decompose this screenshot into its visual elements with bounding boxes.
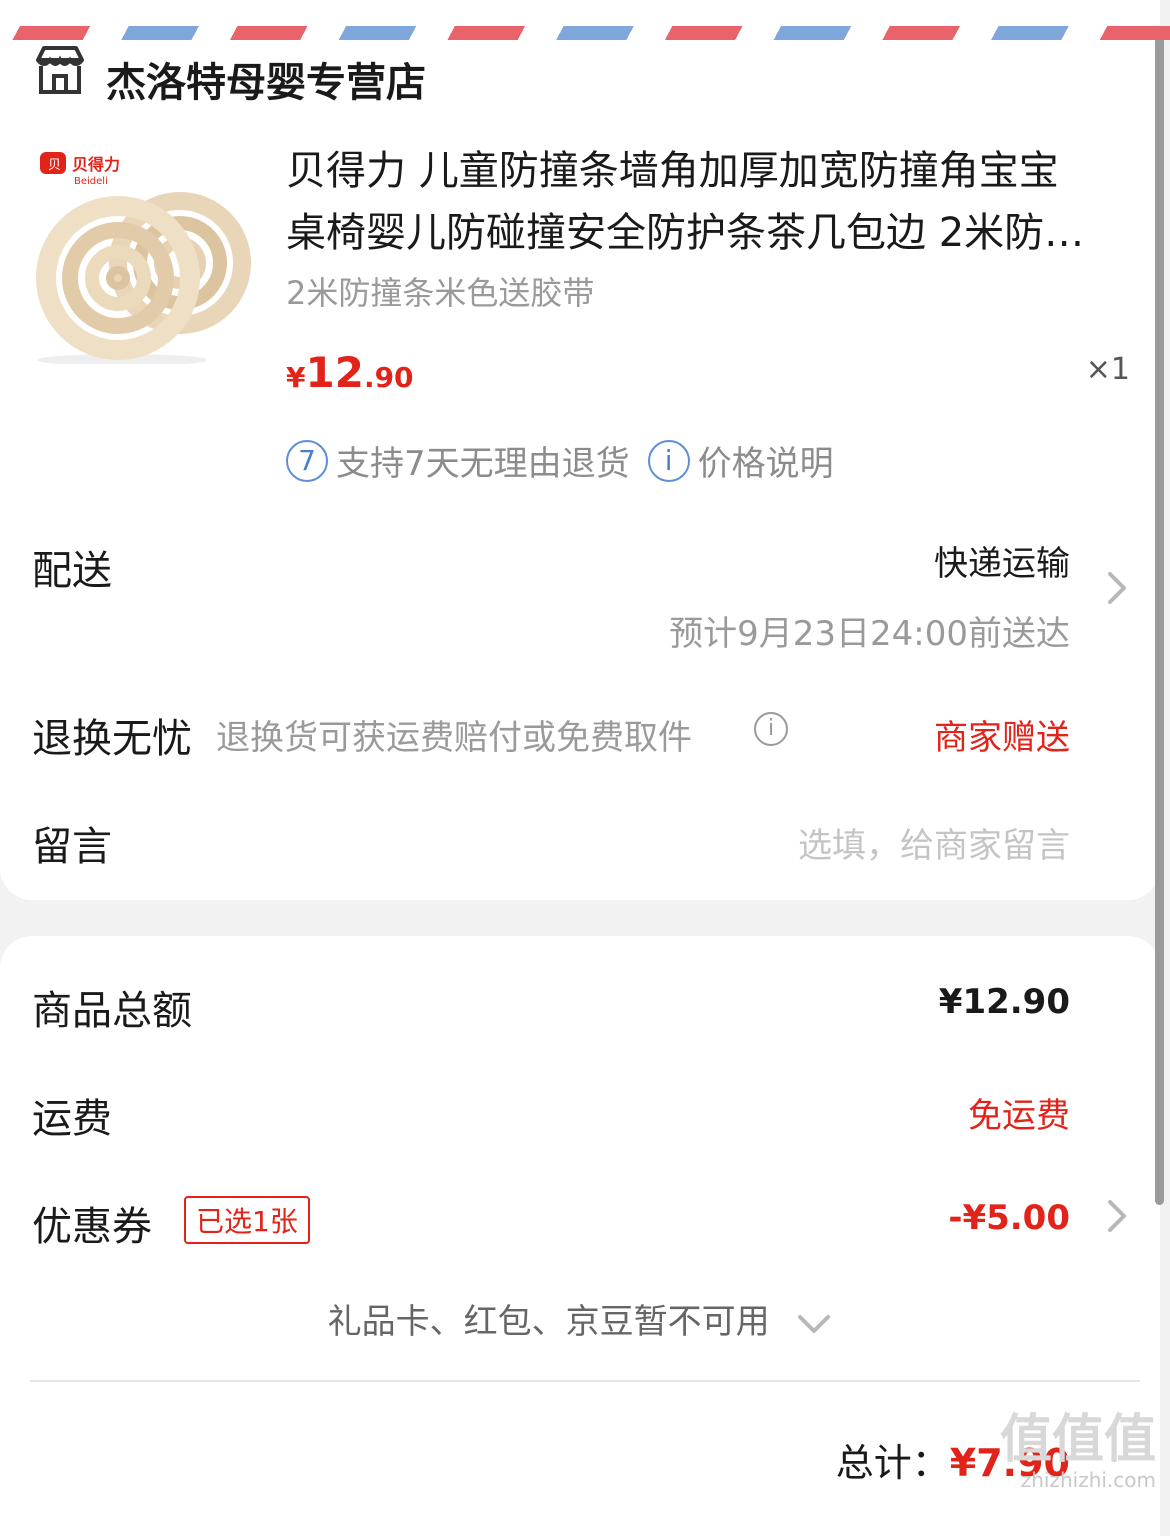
delivery-label: 配送: [32, 548, 112, 594]
coupon-chevron-right-icon[interactable]: [1104, 1196, 1130, 1240]
divider: [30, 1380, 1140, 1382]
message-label: 留言: [32, 824, 112, 870]
seven-day-return-icon: 7: [286, 439, 328, 482]
address-envelope-stripe: [0, 26, 1170, 40]
service-tags: 7 支持7天无理由退货 i 价格说明: [286, 436, 834, 485]
price-explanation-link[interactable]: 价格说明: [698, 436, 834, 485]
store-icon: [32, 42, 88, 98]
price-currency: ¥: [286, 361, 306, 394]
goods-total-value: ¥12.90: [938, 982, 1070, 1022]
unavailable-note-row[interactable]: 礼品卡、红包、京豆暂不可用: [0, 1294, 1160, 1344]
returns-label: 退换无忧: [32, 716, 192, 762]
product-price: ¥12.90: [286, 348, 414, 397]
coupon-label: 优惠券: [32, 1204, 152, 1250]
info-icon: i: [647, 439, 690, 482]
delivery-method[interactable]: 快递运输: [934, 536, 1070, 585]
coupon-selected-badge: 已选1张: [184, 1196, 310, 1244]
product-image[interactable]: 贝 贝得力 Beideli: [30, 138, 256, 366]
watermark-logo: 值值值: [999, 1410, 1156, 1470]
product-quantity: ×1: [1085, 352, 1130, 387]
shipping-value: 免运费: [968, 1096, 1070, 1136]
store-name[interactable]: 杰洛特母婴专营店: [106, 50, 426, 108]
returns-value: 商家赠送: [934, 718, 1070, 758]
svg-text:贝: 贝: [48, 158, 61, 173]
price-integer: 12: [305, 348, 364, 397]
watermark: 值值值 zhizhizhi.com: [1000, 1412, 1156, 1492]
chevron-down-icon: [796, 1304, 832, 1344]
shipping-label: 运费: [32, 1096, 112, 1142]
delivery-chevron-right-icon[interactable]: [1104, 568, 1130, 618]
product-spec[interactable]: 2米防撞条米色送胶带: [286, 268, 594, 314]
product-image-brand-en: Beideli: [74, 176, 108, 187]
seven-day-return-label[interactable]: 支持7天无理由退货: [336, 436, 630, 485]
goods-total-label: 商品总额: [32, 988, 192, 1034]
unavailable-note: 礼品卡、红包、京豆暂不可用: [327, 1302, 770, 1342]
delivery-eta: 预计9月23日24:00前送达: [669, 614, 1070, 654]
coupon-value[interactable]: -¥5.00: [948, 1198, 1070, 1238]
product-image-brand: 贝得力: [72, 155, 120, 174]
scrollbar[interactable]: [1155, 30, 1164, 1205]
product-title[interactable]: 贝得力 儿童防撞条墙角加厚加宽防撞角宝宝 桌椅婴儿防碰撞安全防护条茶几包边 2米…: [286, 140, 1136, 264]
watermark-url: zhizhizhi.com: [1020, 1468, 1156, 1492]
product-title-line-2: 桌椅婴儿防碰撞安全防护条茶几包边 2米防…: [286, 210, 1085, 256]
price-decimal: .90: [363, 361, 414, 394]
product-title-line-1: 贝得力 儿童防撞条墙角加厚加宽防撞角宝宝: [286, 148, 1059, 194]
message-input[interactable]: 选填，给商家留言: [798, 818, 1070, 867]
returns-description: 退换货可获运费赔付或免费取件: [216, 718, 692, 758]
total-label: 总计：: [835, 1441, 950, 1485]
returns-info-icon[interactable]: i: [754, 712, 788, 746]
